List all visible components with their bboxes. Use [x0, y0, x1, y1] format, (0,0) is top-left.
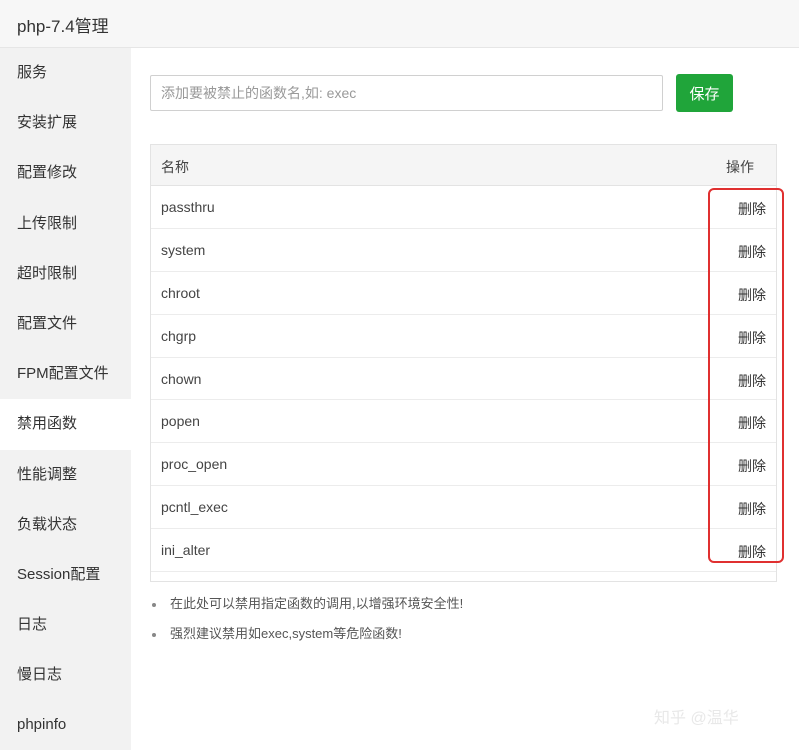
window-titlebar: php-7.4管理: [0, 0, 799, 48]
delete-link[interactable]: 删除: [738, 456, 766, 476]
table-row: ini_alter 删除: [151, 529, 776, 573]
note-text: 在此处可以禁用指定函数的调用,以增强环境安全性!: [170, 596, 464, 611]
sidebar-item-session-config[interactable]: Session配置: [0, 550, 131, 600]
function-name: pcntl_exec: [161, 499, 228, 516]
bullet-icon: [152, 633, 156, 637]
bullet-icon: [152, 603, 156, 607]
note-item: 强烈建议禁用如exec,system等危险函数!: [151, 624, 463, 654]
sidebar-item-fpm-config[interactable]: FPM配置文件: [0, 349, 131, 399]
sidebar-item-config-file[interactable]: 配置文件: [0, 299, 131, 349]
function-name: system: [161, 241, 206, 258]
delete-link[interactable]: 删除: [738, 371, 766, 391]
sidebar-item-phpinfo[interactable]: phpinfo: [0, 700, 131, 750]
delete-link[interactable]: 删除: [738, 199, 766, 219]
function-name: ini_alter: [161, 542, 211, 559]
function-name-input[interactable]: [150, 75, 663, 111]
table-row: passthru 删除: [151, 186, 776, 229]
sidebar-item-upload-limit[interactable]: 上传限制: [0, 199, 131, 249]
sidebar-item-load-status[interactable]: 负载状态: [0, 500, 131, 550]
main-panel: 保存 名称 操作 passthru 删除 system 删除 chroot 删除…: [131, 48, 799, 750]
disabled-functions-table: 名称 操作 passthru 删除 system 删除 chroot 删除 ch…: [150, 144, 777, 582]
table-row: chgrp 删除: [151, 315, 776, 358]
delete-link[interactable]: 删除: [738, 328, 766, 348]
delete-link[interactable]: 删除: [738, 285, 766, 305]
function-name: passthru: [161, 199, 215, 215]
table-row: chroot 删除: [151, 272, 776, 315]
note-text: 强烈建议禁用如exec,system等危险函数!: [170, 626, 402, 641]
delete-link[interactable]: 删除: [738, 242, 766, 262]
sidebar-item-install-extension[interactable]: 安装扩展: [0, 98, 131, 148]
sidebar-item-disabled-functions[interactable]: 禁用函数: [0, 399, 131, 450]
function-name: chgrp: [161, 327, 197, 344]
sidebar-item-performance[interactable]: 性能调整: [0, 450, 131, 500]
table-row: proc_open 删除: [151, 443, 776, 487]
table-row: system 删除: [151, 229, 776, 272]
table-row: chown 删除: [151, 358, 776, 401]
sidebar-item-config-edit[interactable]: 配置修改: [0, 148, 131, 198]
save-button[interactable]: 保存: [676, 74, 733, 112]
delete-link[interactable]: 删除: [738, 413, 766, 433]
table-row: popen 删除: [151, 400, 776, 444]
column-header-action: 操作: [726, 159, 754, 175]
sidebar-item-service[interactable]: 服务: [0, 48, 131, 98]
window-title: php-7.4管理: [17, 17, 109, 36]
function-name: chroot: [161, 284, 200, 301]
sidebar-item-timeout-limit[interactable]: 超时限制: [0, 249, 131, 299]
delete-link[interactable]: 删除: [738, 499, 766, 519]
function-name: popen: [161, 413, 200, 430]
watermark: 知乎 @温华: [654, 710, 739, 727]
function-name: proc_open: [161, 456, 228, 473]
delete-link[interactable]: 删除: [738, 542, 766, 562]
function-name: chown: [161, 370, 202, 387]
sidebar: 服务 安装扩展 配置修改 上传限制 超时限制 配置文件 FPM配置文件 禁用函数…: [0, 48, 131, 750]
sidebar-item-slow-log[interactable]: 慢日志: [0, 650, 131, 700]
column-header-name: 名称: [161, 159, 189, 175]
sidebar-item-log[interactable]: 日志: [0, 600, 131, 650]
note-item: 在此处可以禁用指定函数的调用,以增强环境安全性!: [151, 594, 463, 624]
table-header: 名称 操作: [151, 144, 776, 186]
table-row: pcntl_exec 删除: [151, 486, 776, 530]
table-body[interactable]: passthru 删除 system 删除 chroot 删除 chgrp 删除…: [151, 186, 776, 581]
help-notes: 在此处可以禁用指定函数的调用,以增强环境安全性! 强烈建议禁用如exec,sys…: [151, 594, 463, 654]
